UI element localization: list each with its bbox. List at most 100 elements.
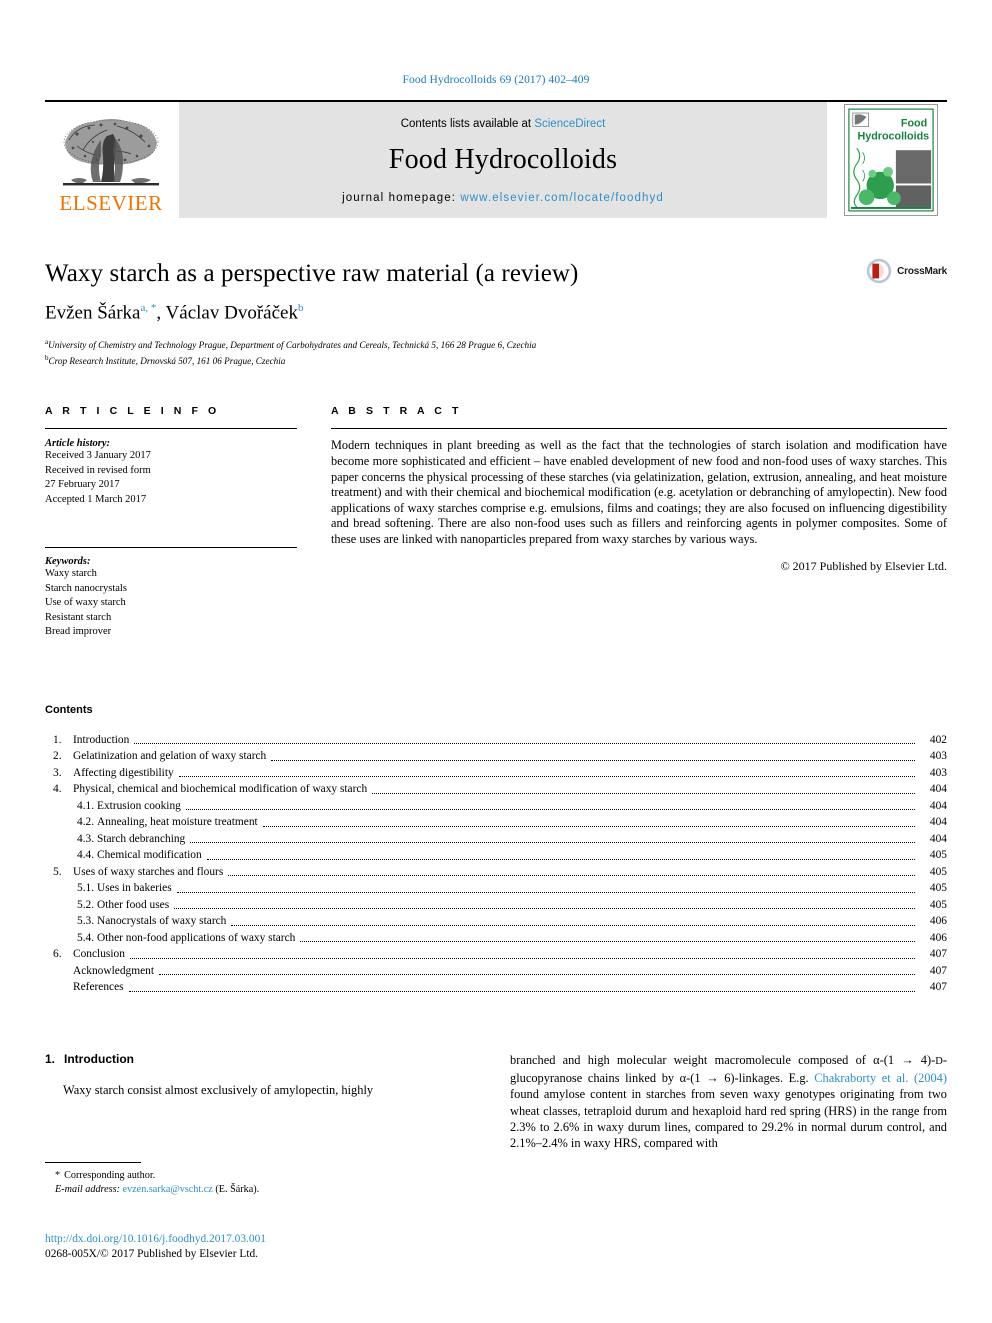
- email-owner: (E. Šárka).: [215, 1183, 260, 1195]
- author-name: Václav Dvořáček: [165, 302, 298, 324]
- contents-item-number: 4.3.: [77, 832, 95, 845]
- affiliation-text: Crop Research Institute, Drnovská 507, 1…: [48, 355, 286, 366]
- footnote-corresponding-text: Corresponding author.: [64, 1170, 156, 1181]
- contents-item-page: 402: [929, 733, 947, 746]
- contents-item-page: 404: [929, 799, 947, 812]
- contents-item-number: 3.: [53, 766, 62, 779]
- contents-item[interactable]: 2. Gelatinization and gelation of waxy st…: [45, 748, 947, 765]
- contents-item-number: 5.: [53, 865, 62, 878]
- contents-item[interactable]: 4.1. Extrusion cooking 404: [45, 798, 947, 815]
- crossmark-badge[interactable]: CrossMark: [866, 258, 947, 284]
- homepage-url-link[interactable]: www.elsevier.com/locate/foodhyd: [460, 192, 664, 204]
- keywords-block: Keywords: Waxy starch Starch nanocrystal…: [45, 547, 297, 640]
- contents-item-label: Annealing, heat moisture treatment: [97, 816, 258, 829]
- contents-leader-dots: [158, 974, 915, 976]
- email-label: E-mail address:: [55, 1183, 120, 1195]
- contents-leader-dots: [176, 891, 915, 893]
- contents-leader-dots: [262, 825, 915, 827]
- abstract-column: A B S T R A C T Modern techniques in pla…: [331, 405, 947, 640]
- contents-item-number: 5.1.: [77, 882, 95, 895]
- contents-item-page: 403: [929, 766, 947, 779]
- contents-item-page: 404: [929, 816, 947, 829]
- citation-link[interactable]: Chakraborty et al. (2004): [814, 1071, 947, 1085]
- contents-item[interactable]: 4.4. Chemical modification 405: [45, 847, 947, 864]
- contents-item-label: Other non-food applications of waxy star…: [97, 931, 296, 944]
- crossmark-icon: [866, 258, 892, 284]
- contents-item-label: Introduction: [73, 733, 130, 746]
- contents-item[interactable]: 5.1. Uses in bakeries 405: [45, 880, 947, 897]
- footnote-star: *: [55, 1170, 61, 1181]
- contents-heading: Contents: [45, 703, 93, 716]
- affiliation: aUniversity of Chemistry and Technology …: [45, 336, 947, 352]
- keyword-item: Resistant starch: [45, 611, 112, 623]
- contents-item[interactable]: References 407: [45, 979, 947, 996]
- contents-available-prefix: Contents lists available at: [400, 118, 535, 130]
- abstract-heading: A B S T R A C T: [331, 405, 462, 418]
- contents-item-number: 5.3.: [77, 915, 95, 928]
- contents-item[interactable]: 4. Physical, chemical and biochemical mod…: [45, 781, 947, 798]
- contents-leader-dots: [231, 924, 915, 926]
- author-marks: b: [297, 302, 304, 314]
- contents-item-number: 4.2.: [77, 816, 95, 829]
- doi-link[interactable]: http://dx.doi.org/10.1016/j.foodhyd.2017…: [45, 1232, 565, 1247]
- journal-band: Contents lists available at ScienceDirec…: [179, 102, 827, 218]
- contents-item[interactable]: 5.4. Other non-food applications of waxy …: [45, 930, 947, 947]
- contents-list: 1. Introduction 402 2. Gelatinization and ge…: [45, 732, 947, 996]
- contents-item[interactable]: 5. Uses of waxy starches and flours 405: [45, 864, 947, 881]
- contents-item-label: Nanocrystals of waxy starch: [97, 915, 227, 928]
- section-title: Introduction: [64, 1051, 134, 1066]
- email-link[interactable]: evzen.sarka@vscht.cz: [123, 1184, 213, 1195]
- info-abstract-region: A R T I C L E I N F O Article history: R…: [45, 405, 947, 640]
- contents-item-label: References: [73, 981, 124, 994]
- intro-smallcaps-d: D: [935, 1055, 943, 1067]
- article-history-item: Received in revised form: [45, 464, 151, 476]
- contents-section: Contents 1. Introduction 402 2. Gelatinizati…: [45, 704, 947, 996]
- contents-item-label: Extrusion cooking: [97, 799, 181, 812]
- contents-item-label: Gelatinization and gelation of waxy star…: [73, 750, 267, 763]
- contents-item-number: 2.: [53, 750, 62, 763]
- article-page: Food Hydrocolloids 69 (2017) 402–409 ELS…: [0, 0, 992, 1323]
- contents-item-number: 5.4.: [77, 931, 95, 944]
- svg-text:Hydrocolloids: Hydrocolloids: [857, 130, 929, 142]
- contents-available-line: Contents lists available at ScienceDirec…: [401, 118, 606, 130]
- keyword-item: Bread improver: [45, 626, 112, 638]
- contents-item-page: 405: [929, 849, 947, 862]
- author-marks: a, *: [140, 302, 157, 314]
- contents-item[interactable]: 1. Introduction 402: [45, 732, 947, 749]
- contents-leader-dots: [228, 875, 915, 877]
- body-column-left: 1. Introduction Waxy starch consist almos…: [45, 1052, 482, 1151]
- journal-homepage-line: journal homepage: www.elsevier.com/locat…: [342, 192, 664, 204]
- contents-item-number: 4.1.: [77, 799, 95, 812]
- divider: [331, 428, 947, 430]
- contents-item-label: Other food uses: [97, 898, 170, 911]
- footnote-corresponding: * Corresponding author.: [45, 1169, 485, 1183]
- contents-item[interactable]: 3. Affecting digestibility 403: [45, 765, 947, 782]
- contents-leader-dots: [372, 792, 915, 794]
- contents-item-number: 4.: [53, 783, 62, 796]
- contents-item-page: 403: [929, 750, 947, 763]
- footnote-divider: [45, 1162, 141, 1163]
- contents-leader-dots: [185, 809, 915, 811]
- publication-footer: http://dx.doi.org/10.1016/j.foodhyd.2017…: [45, 1232, 565, 1262]
- contents-item[interactable]: 5.3. Nanocrystals of waxy starch 406: [45, 913, 947, 930]
- contents-item[interactable]: 4.2. Annealing, heat moisture treatment 40…: [45, 814, 947, 831]
- contents-item[interactable]: Acknowledgment 407: [45, 963, 947, 980]
- contents-leader-dots: [129, 957, 915, 959]
- homepage-label: journal homepage:: [342, 192, 461, 204]
- contents-item-page: 404: [929, 783, 947, 796]
- sciencedirect-link[interactable]: ScienceDirect: [534, 118, 605, 130]
- abstract-copyright: © 2017 Published by Elsevier Ltd.: [780, 558, 947, 573]
- section-heading-introduction: 1. Introduction: [45, 1052, 482, 1066]
- keyword-item: Waxy starch: [45, 568, 97, 580]
- svg-text:Food: Food: [901, 118, 927, 130]
- contents-item[interactable]: 5.2. Other food uses 405: [45, 897, 947, 914]
- contents-item-label: Uses of waxy starches and flours: [73, 865, 224, 878]
- contents-leader-dots: [128, 990, 915, 992]
- intro-paragraph-right: branched and high molecular weight macro…: [510, 1052, 947, 1151]
- journal-cover-thumbnail: Food Hydrocolloids: [835, 102, 947, 218]
- contents-leader-dots: [300, 941, 915, 943]
- contents-item[interactable]: 6. Conclusion 407: [45, 946, 947, 963]
- contents-item[interactable]: 4.3. Starch debranching 404: [45, 831, 947, 848]
- contents-item-label: Starch debranching: [97, 832, 186, 845]
- article-info-column: A R T I C L E I N F O Article history: R…: [45, 405, 297, 640]
